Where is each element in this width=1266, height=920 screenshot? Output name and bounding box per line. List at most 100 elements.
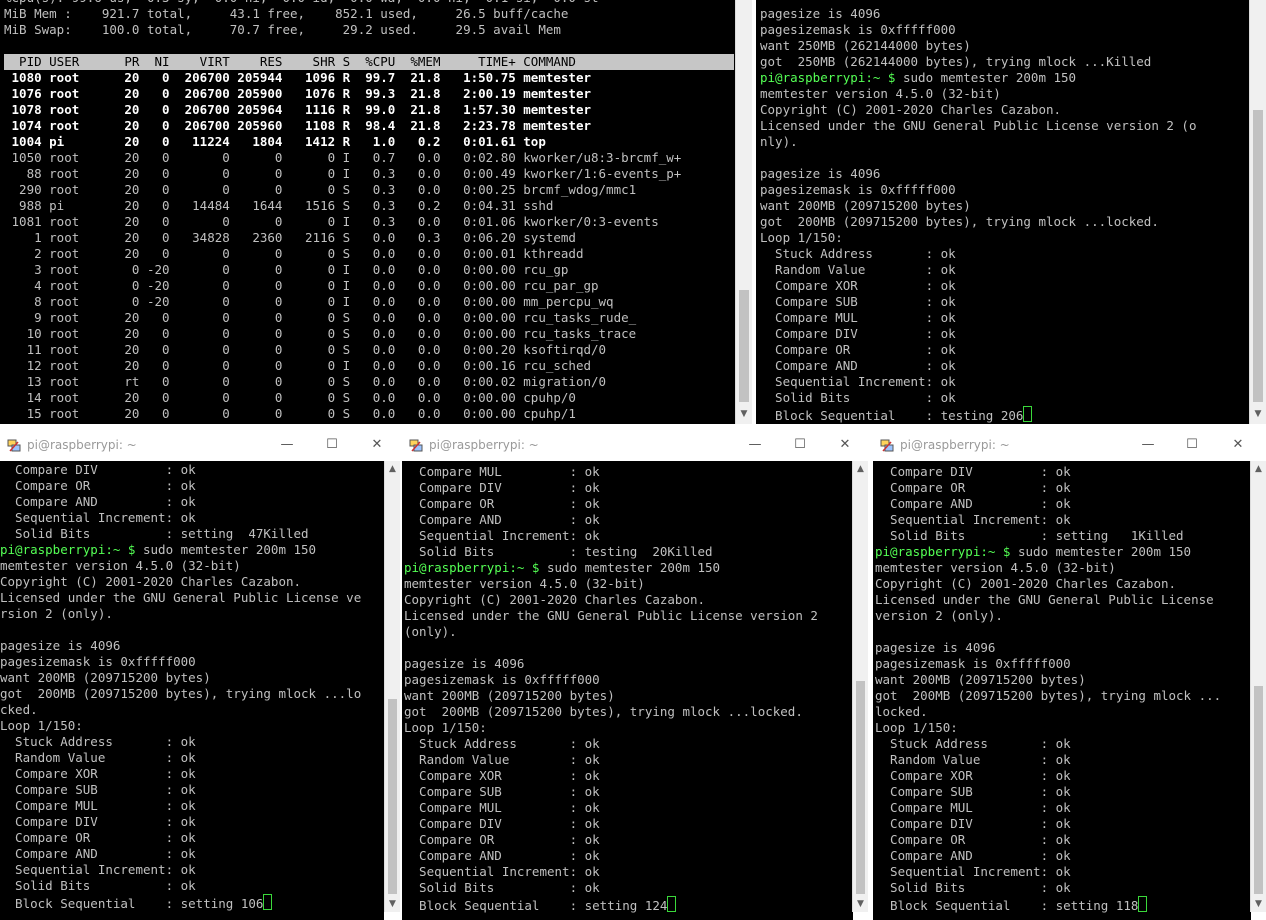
output-text: Licensed under the GNU General Public Li… xyxy=(875,592,1214,607)
terminal-line: Solid Bits : setting 1Killed xyxy=(875,528,1251,544)
terminal-line: Sequential Increment: ok xyxy=(0,862,384,878)
terminal-line: Block Sequential : setting 106 xyxy=(0,894,384,911)
terminal-line: Compare OR : ok xyxy=(0,478,384,494)
output-text: pagesize is 4096 xyxy=(404,656,525,671)
output-text: Compare OR : ok xyxy=(0,830,196,845)
scroll-down-arrow-icon[interactable]: ▼ xyxy=(853,896,868,912)
terminal-line: Solid Bits : testing 20Killed xyxy=(404,544,852,560)
terminal-line: Compare XOR : ok xyxy=(0,766,384,782)
shell-command: sudo memtester 200m 150 xyxy=(895,70,1077,85)
close-icon[interactable]: ✕ xyxy=(1221,435,1255,455)
output-text: Compare MUL : ok xyxy=(760,310,956,325)
terminal-line: rsion 2 (only). xyxy=(0,606,384,622)
terminal-line: Random Value : ok xyxy=(0,750,384,766)
output-text: Compare DIV : ok xyxy=(0,814,196,829)
top-right-scrollbar[interactable]: ▼ xyxy=(1249,0,1266,424)
scroll-thumb[interactable] xyxy=(388,699,397,894)
bottom-window-1[interactable]: pi@raspberrypi: ~ — ☐ ✕ Compare DIV : ok… xyxy=(0,432,400,920)
output-text: Solid Bits : setting 1Killed xyxy=(875,528,1184,543)
terminal-line: Compare AND : ok xyxy=(0,846,384,862)
table-row: 1 root 20 0 34828 2360 2116 S 0.0 0.3 0:… xyxy=(4,230,576,245)
output-text: Compare DIV : ok xyxy=(875,464,1071,479)
scroll-down-arrow-icon[interactable]: ▼ xyxy=(736,406,752,422)
terminal-line: Compare SUB : ok xyxy=(404,784,852,800)
terminal-line: Compare DIV : ok xyxy=(875,816,1251,832)
bottom-window-2[interactable]: pi@raspberrypi: ~ — ☐ ✕ Compare MUL : ok… xyxy=(402,432,868,920)
output-text: pagesizemask is 0xfffff000 xyxy=(404,672,600,687)
title-bar[interactable]: pi@raspberrypi: ~ — ☐ ✕ xyxy=(0,432,400,459)
output-text: Compare XOR : ok xyxy=(760,278,956,293)
scroll-up-arrow-icon[interactable]: ▲ xyxy=(1251,461,1266,477)
scrollbar[interactable]: ▲ ▼ xyxy=(1250,461,1266,912)
window-title: pi@raspberrypi: ~ xyxy=(900,438,1010,452)
maximize-icon[interactable]: ☐ xyxy=(783,435,817,455)
output-text: Block Sequential : setting 106 xyxy=(0,896,264,911)
scroll-up-arrow-icon[interactable]: ▲ xyxy=(853,461,868,477)
terminal-line: Compare OR : ok xyxy=(404,496,852,512)
putty-icon xyxy=(409,439,423,452)
minimize-icon[interactable]: — xyxy=(738,435,772,455)
terminal-line: Loop 1/150: xyxy=(875,720,1251,736)
scroll-thumb[interactable] xyxy=(739,290,749,402)
close-icon[interactable]: ✕ xyxy=(828,435,862,455)
output-text: Stuck Address : ok xyxy=(404,736,600,751)
shell-prompt: pi@raspberrypi:~ $ xyxy=(760,70,896,85)
close-icon[interactable]: ✕ xyxy=(360,435,394,455)
minimize-icon[interactable]: — xyxy=(1131,435,1165,455)
terminal-line: Licensed under the GNU General Public Li… xyxy=(404,608,852,624)
scroll-thumb[interactable] xyxy=(856,681,865,894)
table-row: 1074 root 20 0 206700 205960 1108 R 98.4… xyxy=(4,118,591,133)
output-text: want 200MB (209715200 bytes) xyxy=(0,670,211,685)
terminal-line: Compare OR : ok xyxy=(875,480,1251,496)
title-bar[interactable]: pi@raspberrypi: ~ — ☐ ✕ xyxy=(873,432,1266,459)
top-right-terminal[interactable]: pagesize is 4096 pagesizemask is 0xfffff0… xyxy=(756,0,1266,424)
terminal-line: Compare OR : ok xyxy=(0,830,384,846)
output-text: got 200MB (209715200 bytes), trying mloc… xyxy=(404,704,803,719)
terminal-line: Loop 1/150: xyxy=(0,718,384,734)
terminal-line: Sequential Increment: ok xyxy=(404,528,852,544)
scrollbar[interactable]: ▲ ▼ xyxy=(852,461,868,912)
terminal-line: Compare AND : ok xyxy=(875,496,1251,512)
terminal-line: want 200MB (209715200 bytes) xyxy=(760,198,1250,214)
scroll-down-arrow-icon[interactable]: ▼ xyxy=(1251,896,1266,912)
terminal-line: Compare DIV : ok xyxy=(0,462,384,478)
table-row: 1081 root 20 0 0 0 0 I 0.3 0.0 0:01.06 k… xyxy=(4,214,659,229)
top-left-terminal[interactable]: %Cpu(s): 99.6 us, 0.3 sy, 0.0 ni, 0.0 id… xyxy=(0,0,752,424)
table-row: 2 root 20 0 0 0 0 S 0.0 0.0 0:00.01 kthr… xyxy=(4,246,584,261)
maximize-icon[interactable]: ☐ xyxy=(1175,435,1209,455)
output-text: (only). xyxy=(404,624,457,639)
terminal-line: memtester version 4.5.0 (32-bit) xyxy=(875,560,1251,576)
top-left-scrollbar[interactable]: ▼ xyxy=(735,0,752,424)
scroll-down-arrow-icon[interactable]: ▼ xyxy=(385,896,400,912)
scroll-up-arrow-icon[interactable]: ▲ xyxy=(385,461,400,477)
scrollbar[interactable]: ▲ ▼ xyxy=(384,461,400,912)
terminal-area[interactable]: Compare DIV : ok Compare OR : ok Compare… xyxy=(873,461,1251,920)
scroll-thumb[interactable] xyxy=(1254,686,1263,894)
title-bar[interactable]: pi@raspberrypi: ~ — ☐ ✕ xyxy=(402,432,868,459)
terminal-area[interactable]: Compare MUL : ok Compare DIV : ok Compar… xyxy=(402,461,853,920)
output-text: Solid Bits : ok xyxy=(404,880,600,895)
terminal-area[interactable]: Compare DIV : ok Compare OR : ok Compare… xyxy=(0,461,384,920)
output-text: Sequential Increment: ok xyxy=(875,512,1071,527)
terminal-line: want 200MB (209715200 bytes) xyxy=(875,672,1251,688)
output-text: Copyright (C) 2001-2020 Charles Cazabon. xyxy=(875,576,1177,591)
output-text: Compare SUB : ok xyxy=(760,294,956,309)
bottom-window-3[interactable]: pi@raspberrypi: ~ — ☐ ✕ Compare DIV : ok… xyxy=(873,432,1266,920)
terminal-line: Copyright (C) 2001-2020 Charles Cazabon. xyxy=(404,592,852,608)
scroll-down-arrow-icon[interactable]: ▼ xyxy=(1250,406,1266,422)
output-text: Compare OR : ok xyxy=(875,480,1071,495)
terminal-line: Stuck Address : ok xyxy=(404,736,852,752)
terminal-line: Compare XOR : ok xyxy=(875,768,1251,784)
table-row: 88 root 20 0 0 0 0 I 0.3 0.0 0:00.49 kwo… xyxy=(4,166,682,181)
minimize-icon[interactable]: — xyxy=(270,435,304,455)
output-text: Compare XOR : ok xyxy=(404,768,600,783)
table-row: 12 root 20 0 0 0 0 I 0.0 0.0 0:00.16 rcu… xyxy=(4,358,591,373)
output-text: Solid Bits : ok xyxy=(875,880,1071,895)
table-row: 15 root 20 0 0 0 0 S 0.0 0.0 0:00.00 cpu… xyxy=(4,406,576,421)
output-text: Licensed under the GNU General Public Li… xyxy=(404,608,818,623)
terminal-line: Compare AND : ok xyxy=(760,358,1250,374)
output-text: Compare AND : ok xyxy=(760,358,956,373)
maximize-icon[interactable]: ☐ xyxy=(315,435,349,455)
terminal-line: got 200MB (209715200 bytes), trying mloc… xyxy=(404,704,852,720)
scroll-thumb[interactable] xyxy=(1253,110,1263,402)
